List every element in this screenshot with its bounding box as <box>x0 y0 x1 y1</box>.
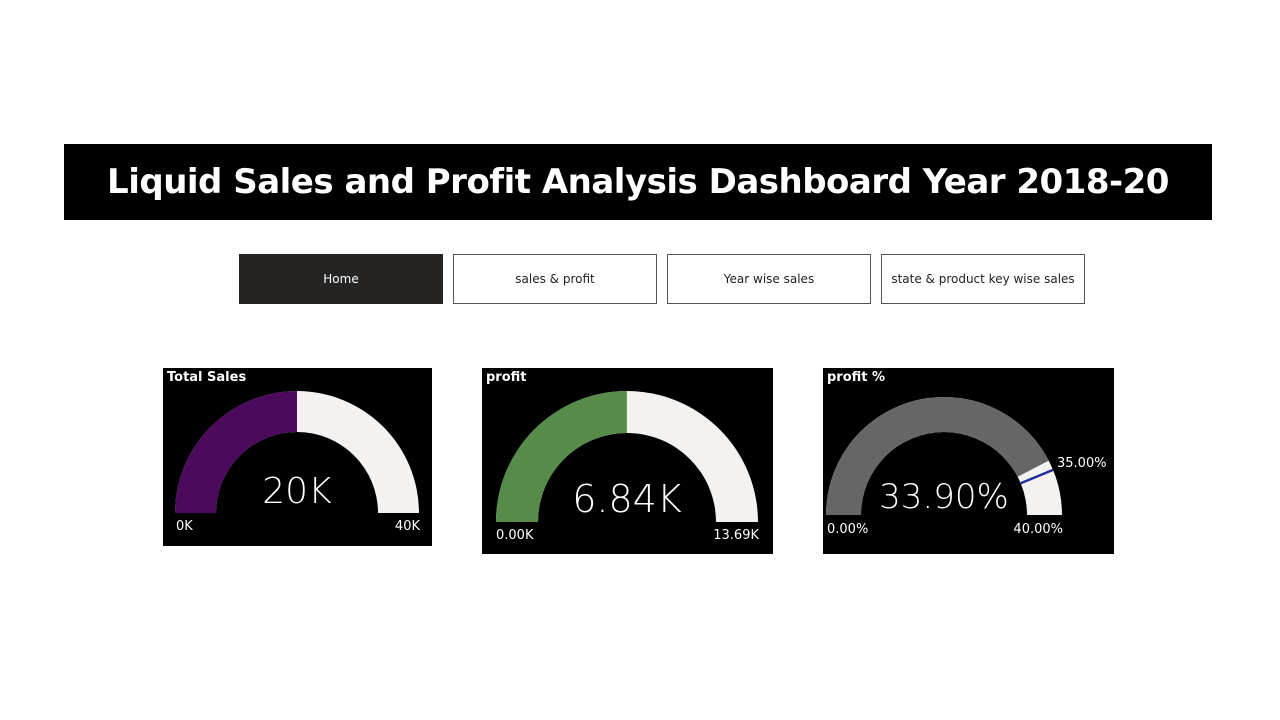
nav-button-home[interactable]: Home <box>239 254 443 304</box>
gauge-min-label: 0.00K <box>496 528 534 543</box>
gauge-value-label: 20K <box>262 471 332 512</box>
gauge-max-label: 13.69K <box>713 528 759 543</box>
gauge-value-label: 33.90% <box>879 477 1009 517</box>
profit-gauge: 6.84K 0.00K 13.69K <box>496 391 759 543</box>
gauge-target-label: 35.00% <box>1057 456 1107 471</box>
profit-card[interactable]: profit 6.84K 0.00K 13.69K <box>482 368 773 554</box>
gauge-max-label: 40K <box>395 519 421 534</box>
dashboard-page: Liquid Sales and Profit Analysis Dashboa… <box>0 0 1280 720</box>
gauge-min-label: 0K <box>176 519 193 534</box>
nav-button-sales-profit[interactable]: sales & profit <box>453 254 657 304</box>
header-banner: Liquid Sales and Profit Analysis Dashboa… <box>64 144 1212 220</box>
nav-button-year-wise-sales[interactable]: Year wise sales <box>667 254 871 304</box>
nav-button-state-product-key-sales[interactable]: state & product key wise sales <box>881 254 1085 304</box>
page-title: Liquid Sales and Profit Analysis Dashboa… <box>107 162 1169 202</box>
total-sales-card[interactable]: Total Sales 20K 0K 40K <box>163 368 432 546</box>
gauge-value-label: 6.84K <box>572 477 682 521</box>
profit-percent-card[interactable]: profit % 33.90% 0.00% 40.00% 35.00% <box>823 368 1114 554</box>
gauge-max-label: 40.00% <box>1013 522 1063 537</box>
profit-percent-gauge: 33.90% 0.00% 40.00% 35.00% <box>826 397 1107 537</box>
total-sales-gauge: 20K 0K 40K <box>175 391 421 534</box>
gauge-min-label: 0.00% <box>827 522 868 537</box>
